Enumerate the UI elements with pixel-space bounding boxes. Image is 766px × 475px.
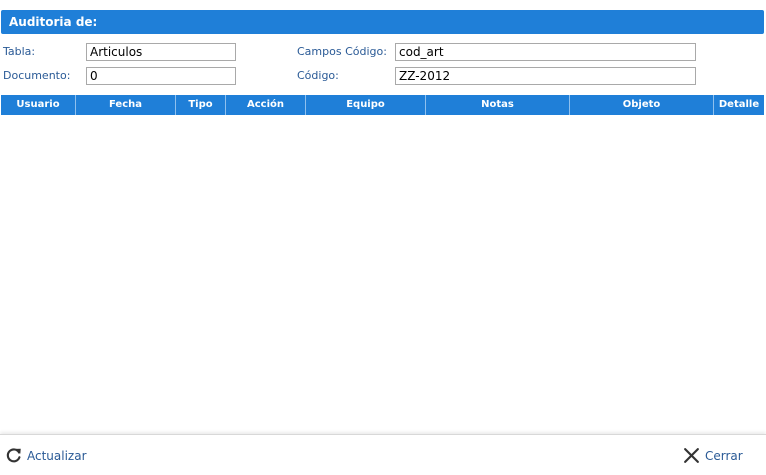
close-button[interactable]: Cerrar [683, 447, 743, 464]
tabla-field[interactable] [86, 43, 236, 61]
audit-grid-header: Usuario Fecha Tipo Acción Equipo Notas O… [1, 95, 764, 115]
refresh-button[interactable]: Actualizar [5, 447, 87, 464]
campos-codigo-field[interactable] [395, 43, 696, 61]
column-header-notas[interactable]: Notas [426, 95, 570, 115]
dialog-footer: Actualizar Cerrar [0, 434, 766, 475]
codigo-field[interactable] [395, 67, 696, 85]
column-header-objeto[interactable]: Objeto [570, 95, 714, 115]
documento-label: Documento: [3, 69, 71, 82]
close-label: Cerrar [705, 448, 743, 463]
column-header-equipo[interactable]: Equipo [306, 95, 426, 115]
column-header-tipo[interactable]: Tipo [176, 95, 226, 115]
refresh-icon [5, 447, 22, 464]
campos-codigo-label: Campos Código: [297, 45, 387, 58]
close-icon [683, 447, 700, 464]
codigo-label: Código: [297, 69, 339, 82]
dialog-title: Auditoria de: [9, 15, 98, 29]
tabla-label: Tabla: [3, 45, 36, 58]
column-header-detalle[interactable]: Detalle [714, 95, 764, 115]
column-header-fecha[interactable]: Fecha [76, 95, 176, 115]
refresh-label: Actualizar [27, 448, 87, 463]
audit-grid-body[interactable] [1, 115, 764, 433]
documento-field[interactable] [86, 67, 236, 85]
column-header-accion[interactable]: Acción [226, 95, 306, 115]
dialog-title-bar: Auditoria de: [1, 10, 764, 34]
column-header-usuario[interactable]: Usuario [1, 95, 76, 115]
